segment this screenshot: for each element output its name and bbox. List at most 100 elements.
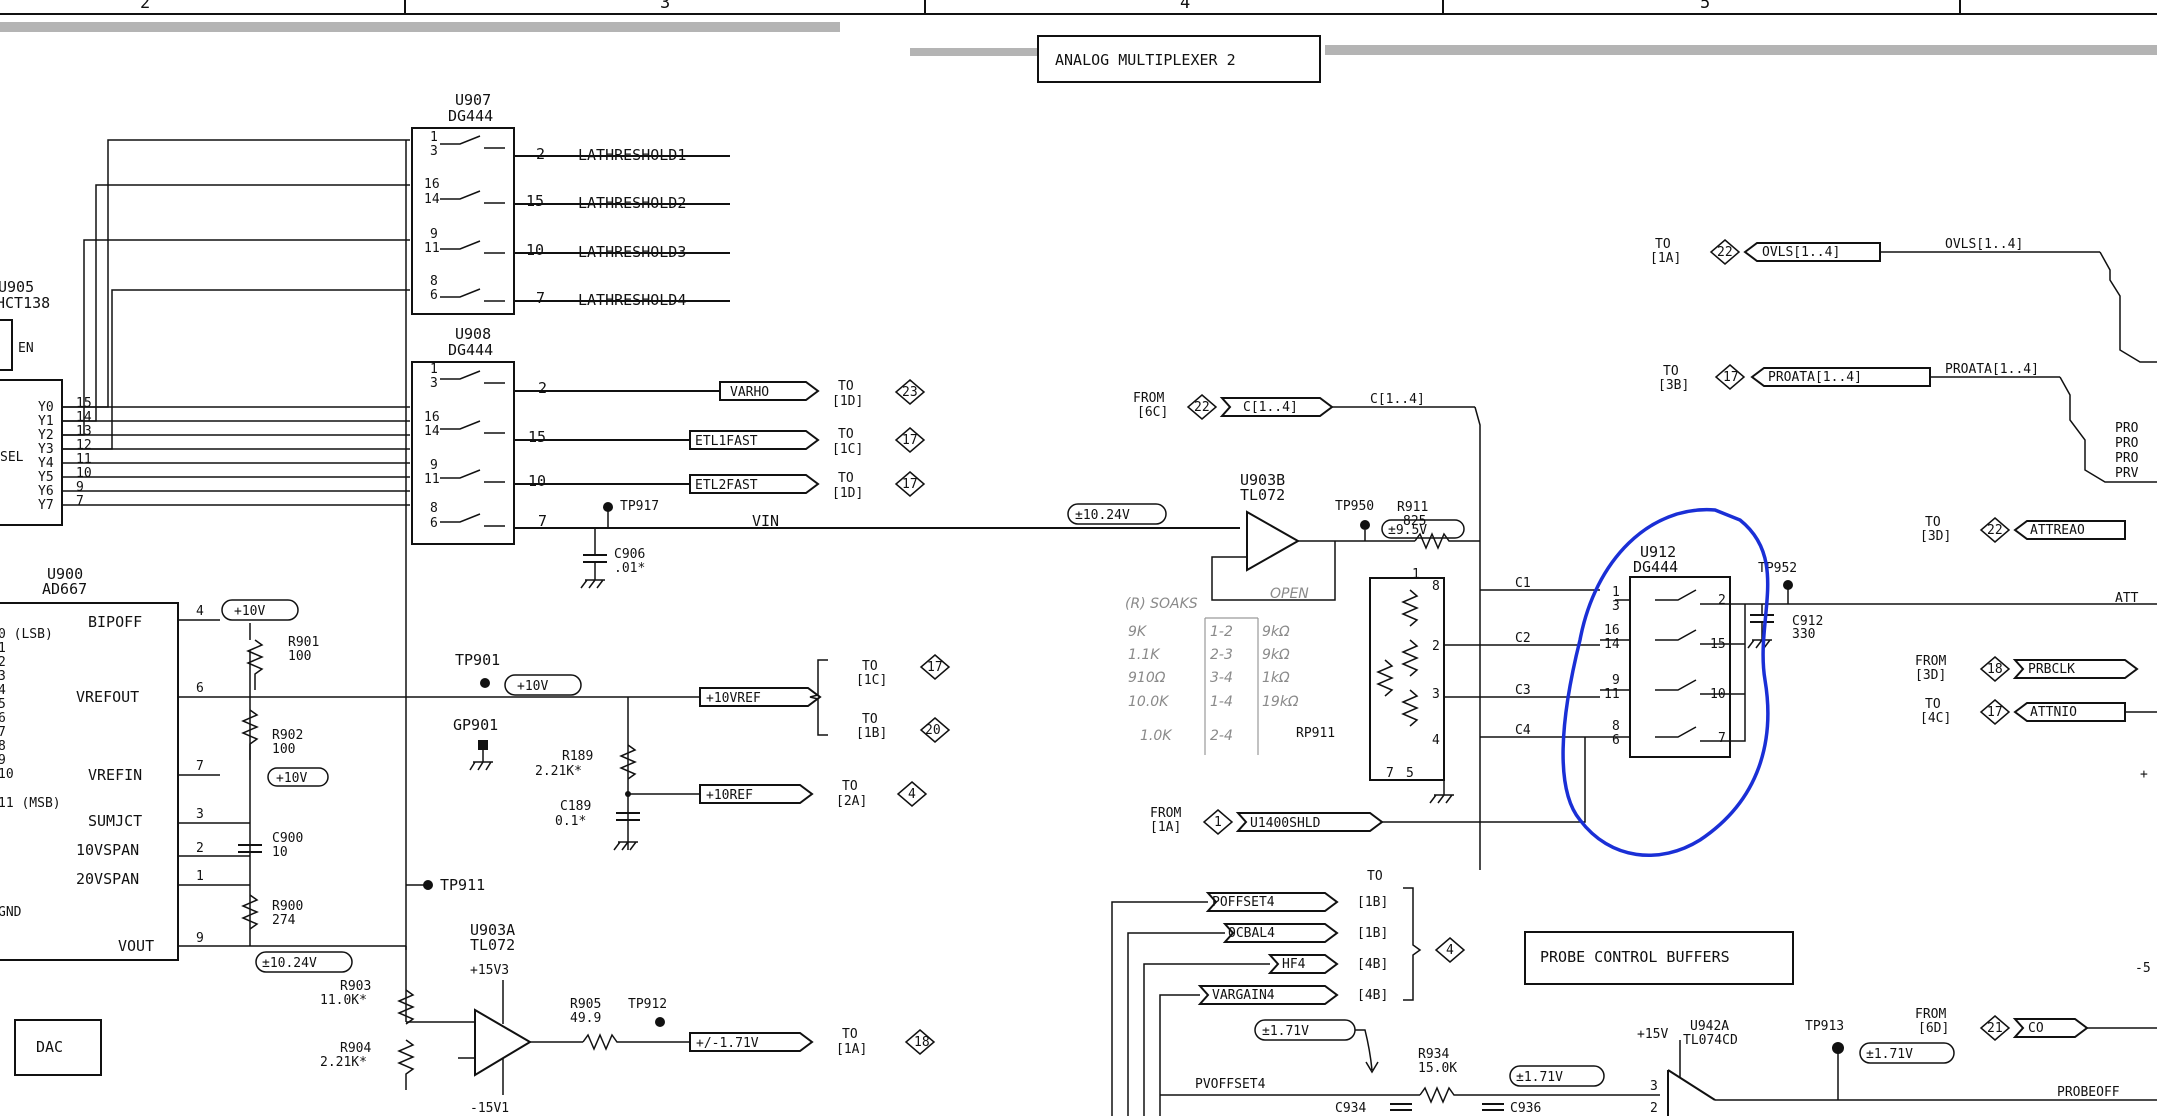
probeoff-label: PROBEOFF [2057,1085,2120,1100]
svg-text:±10.24V: ±10.24V [262,956,317,971]
svg-text:+/-1.71V: +/-1.71V [696,1036,759,1051]
svg-text:11: 11 [1604,687,1620,702]
u905-pinnum-10: 10 [76,466,92,481]
offpage-u1400shld: FROM[1A] 1 U1400SHLD [1150,737,1586,835]
svg-text:17: 17 [1987,705,2003,720]
svg-text:10: 10 [0,767,14,782]
svg-text:C3: C3 [1515,683,1531,698]
tp952-label: TP952 [1758,561,1797,576]
svg-text:22: 22 [1987,523,2003,538]
svg-text:910Ω: 910Ω [1128,670,1166,686]
svg-text:3: 3 [1612,599,1620,614]
note-open: OPEN [1270,586,1309,602]
svg-text:ETL2FAST: ETL2FAST [695,478,758,493]
svg-text:10: 10 [528,472,546,490]
r900: R900 274 [241,894,303,930]
svg-text:TO: TO [862,712,878,727]
svg-text:1: 1 [430,130,438,145]
svg-text:3: 3 [1650,1079,1658,1094]
svg-text:TO: TO [1925,697,1941,712]
tp912-dot [655,1017,665,1027]
offpage-co: FROM[6D] 21 CO [1915,1007,2157,1041]
offpage-plus10ref: +10REF TO[2A] 4 [699,779,928,809]
svg-text:1: 1 [0,641,6,656]
svg-text:330: 330 [1792,627,1815,642]
u903a-supply-pos: +15V3 [470,963,509,978]
offpage-etl1fast: ETL1FAST TO[1C] 17 [689,427,926,457]
svg-text:2: 2 [538,379,547,397]
svg-text:10: 10 [1710,687,1726,702]
svg-text:7: 7 [0,725,6,740]
svg-text:1: 1 [1612,585,1620,600]
tp950-label: TP950 [1335,499,1374,514]
svg-text:15: 15 [528,428,546,446]
u905-pinnum-9: 9 [76,480,84,495]
svg-text:C934: C934 [1335,1101,1366,1116]
svg-text:PRBCLK: PRBCLK [2028,662,2075,677]
u903b-part: TL072 [1240,486,1285,504]
svg-text:10: 10 [272,845,288,860]
svg-text:15.0K: 15.0K [1418,1061,1457,1076]
svg-text:17: 17 [902,477,918,492]
svg-text:1-2: 1-2 [1210,624,1233,640]
svg-text:ATTNIO: ATTNIO [2030,705,2077,720]
r901: R901 100 [246,635,319,690]
svg-text:2: 2 [1650,1101,1658,1116]
svg-text:9: 9 [1612,673,1620,688]
c936: C936 [1482,1101,1541,1116]
svg-text:RP911: RP911 [1296,726,1335,741]
gp901-label: GP901 [453,716,498,734]
svg-text:BIPOFF: BIPOFF [88,613,142,631]
rp911: 1 8 2 3 4 7 5 RP911 [1296,567,1454,804]
svg-text:R905: R905 [570,997,601,1012]
svg-text:15: 15 [526,192,544,210]
u907-part: DG444 [448,107,493,125]
c906: C906 .01* [580,528,645,589]
signal-lathreshold4: LATHRESHOLD4 [578,291,686,309]
svg-text:OVLS[1..4]: OVLS[1..4] [1945,237,2023,252]
svg-text:C2: C2 [1515,631,1531,646]
u908-switches: 1 3 16 14 9 11 8 6 [424,362,505,531]
svg-text:R189: R189 [562,749,593,764]
svg-text:ATT: ATT [2115,591,2139,606]
svg-text:TO: TO [862,659,878,674]
offpage-ovls: TO[1A] 22 OVLS[1..4] OVLS[1..4] [1650,237,2157,363]
svg-text:CO: CO [2028,1021,2044,1036]
svg-text:FROM: FROM [1915,654,1946,669]
svg-text:+: + [2140,767,2148,782]
svg-text:PRO: PRO [2115,451,2139,466]
svg-text:[6D]: [6D] [1918,1021,1949,1036]
offpage-plus10vref: +10VREF TO[1C] 17 TO[1B] 20 [699,654,951,743]
svg-text:17: 17 [902,433,918,448]
svg-text:8: 8 [430,501,438,516]
svg-text:4: 4 [196,604,204,619]
offpage-proata: TO[3B] 17 PROATA[1..4] PROATA[1..4] PRO … [1658,362,2157,483]
svg-text:16: 16 [424,177,440,192]
svg-text:1kΩ: 1kΩ [1262,670,1290,686]
c912: C912 330 [1747,604,1823,649]
svg-text:2: 2 [1718,593,1726,608]
gp901-pad [478,740,488,750]
svg-text:9: 9 [0,753,6,768]
svg-text:FROM: FROM [1133,391,1164,406]
svg-text:9kΩ: 9kΩ [1262,647,1290,663]
u905-pin-y6: Y6 [38,484,54,499]
offpage-attreao: TO[3D] 22 ATTREAO ATT [1920,515,2139,606]
svg-text:C4: C4 [1515,723,1531,738]
u905-pinnum-12: 12 [76,438,92,453]
u905-pin-y1: Y1 [38,414,54,429]
svg-text:15: 15 [1710,637,1726,652]
svg-text:3: 3 [1432,687,1440,702]
svg-text:4: 4 [1432,733,1440,748]
svg-text:14: 14 [424,192,440,207]
u900-right-pins: BIPOFF VREFOUT VREFIN SUMJCT 10VSPAN 20V… [76,604,204,955]
svg-text:VREFIN: VREFIN [88,766,142,784]
svg-text:9K: 9K [1128,624,1148,640]
u905-pin-y2: Y2 [38,428,54,443]
svg-text:TO: TO [1925,515,1941,530]
r189: R189 2.21K* [535,744,637,780]
svg-text:4: 4 [1446,943,1454,958]
svg-text:+10V: +10V [234,604,265,619]
u912-part: DG444 [1633,558,1678,576]
handwritten-table: (R) SOAKS 9K 1-2 9kΩ 1.1K 2-3 9kΩ 910Ω 3… [1125,596,1299,755]
